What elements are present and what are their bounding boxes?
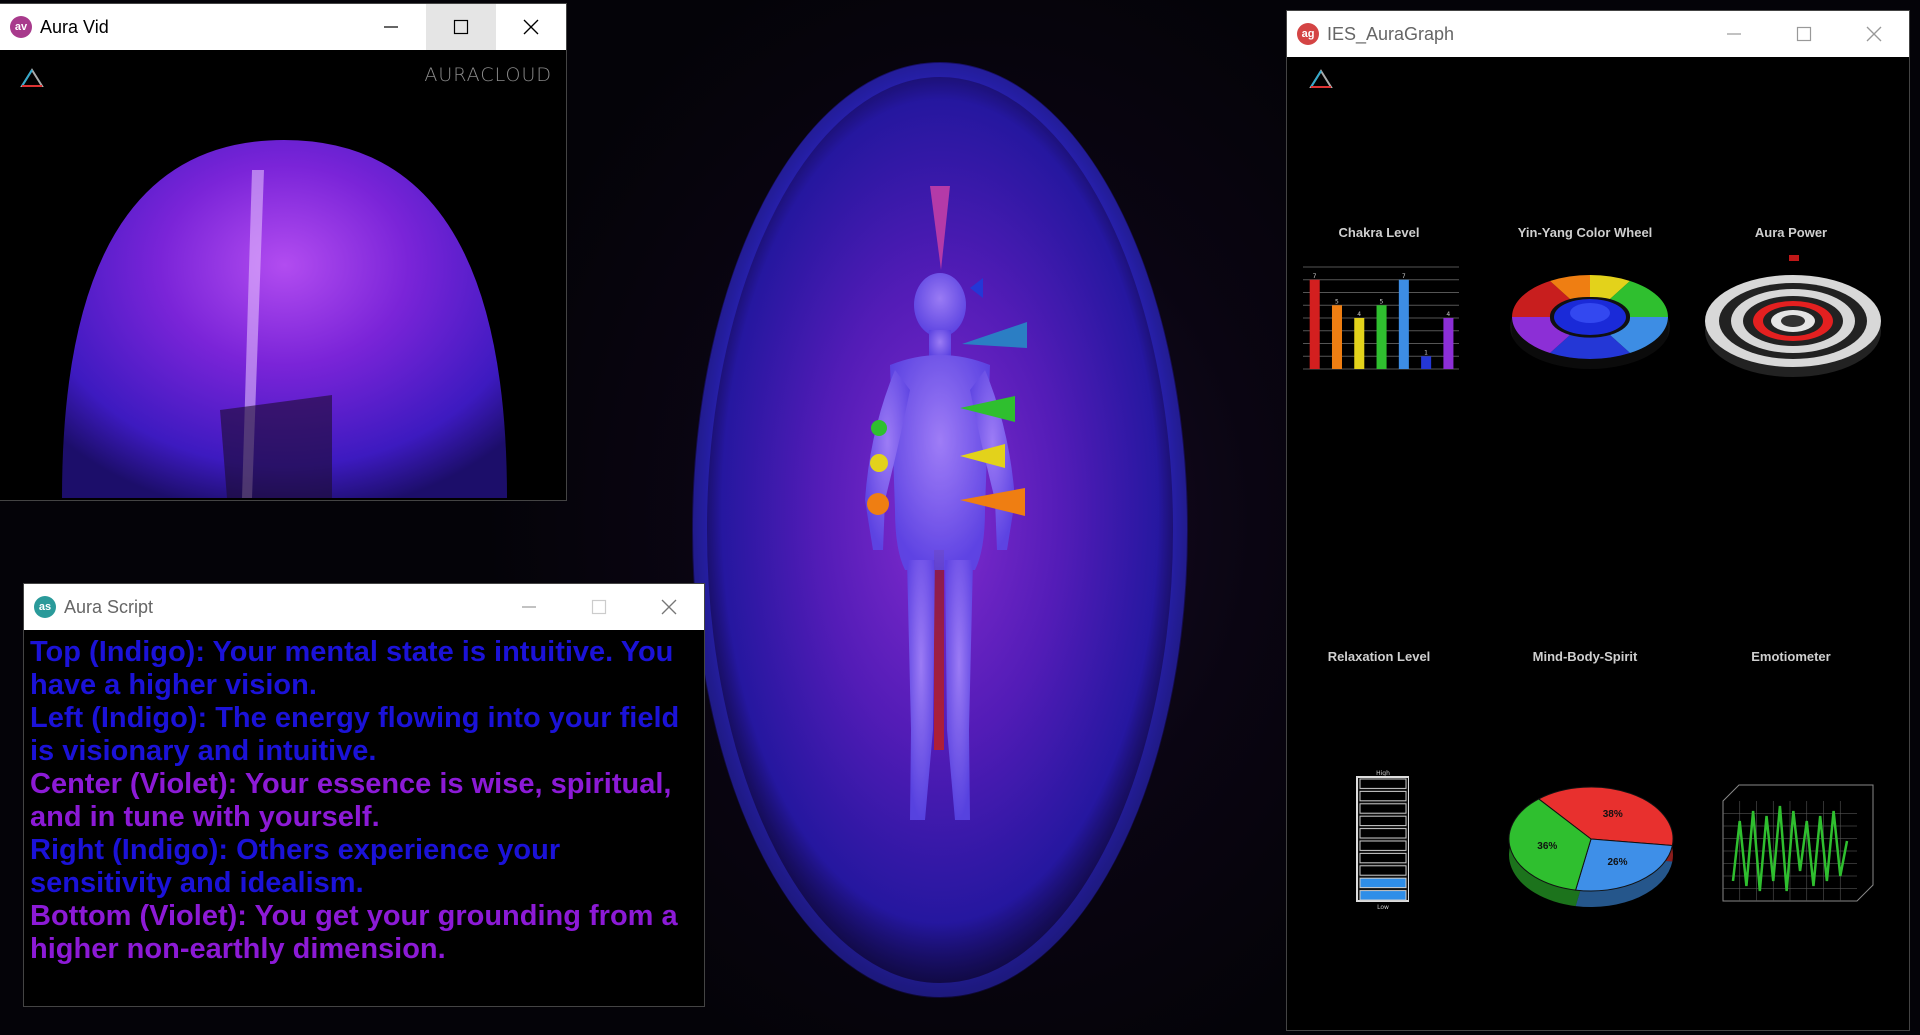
mind-body-spirit-title: Mind-Body-Spirit bbox=[1532, 649, 1638, 664]
chakra-bar-label: 4 bbox=[1446, 311, 1450, 318]
aura-script-app-icon: as bbox=[34, 596, 56, 618]
relaxation-level-title: Relaxation Level bbox=[1327, 649, 1431, 664]
close-icon bbox=[523, 19, 539, 35]
window-title: IES_AuraGraph bbox=[1327, 23, 1455, 44]
relaxation-segment bbox=[1359, 865, 1407, 876]
chakra-bar-label: 1 bbox=[1424, 349, 1428, 356]
prism-logo-icon bbox=[1309, 69, 1333, 88]
auragraph-window[interactable]: ag IES_AuraGraph Chakra Level Yin-Yang C… bbox=[1287, 11, 1909, 1030]
aura-power-target bbox=[1705, 255, 1881, 377]
pie-slice-label: 36% bbox=[1537, 841, 1557, 852]
chakra-bar bbox=[1309, 279, 1320, 369]
aura-script-titlebar[interactable]: as Aura Script bbox=[24, 584, 704, 630]
aura-script-text-area: Top (Indigo): Your mental state is intui… bbox=[26, 630, 702, 1004]
close-button[interactable] bbox=[634, 584, 704, 630]
aura-vid-video-area[interactable]: AURACLOUD bbox=[2, 50, 564, 498]
app-icon-text: av bbox=[14, 21, 28, 33]
minimize-button[interactable] bbox=[1699, 11, 1769, 57]
close-icon bbox=[1866, 26, 1882, 42]
app-icon-text: ag bbox=[1301, 28, 1315, 40]
pie-slice-label: 26% bbox=[1608, 857, 1628, 868]
relaxation-low-label: Low bbox=[1377, 904, 1389, 911]
mind-body-spirit-pie: 38% 26% 36% bbox=[1508, 786, 1674, 907]
chakra-bar bbox=[1421, 356, 1432, 369]
aura-vid-app-icon: av bbox=[10, 16, 32, 38]
close-button[interactable] bbox=[496, 4, 566, 50]
minimize-icon bbox=[384, 26, 398, 28]
script-line-center: Center (Violet): Your essence is wise, s… bbox=[30, 768, 672, 833]
maximize-icon bbox=[1796, 26, 1812, 42]
minimize-icon bbox=[1727, 33, 1741, 35]
auragraph-dashboard: Chakra Level Yin-Yang Color Wheel Aura P… bbox=[1289, 57, 1907, 1030]
relaxation-segment bbox=[1359, 815, 1407, 827]
auragraph-app-icon: ag bbox=[1297, 23, 1319, 45]
maximize-icon bbox=[453, 19, 469, 35]
maximize-icon bbox=[591, 599, 607, 615]
relaxation-segment bbox=[1359, 852, 1407, 864]
aura-video-frame bbox=[62, 140, 507, 498]
app-icon-text: as bbox=[38, 601, 52, 613]
relaxation-segment bbox=[1359, 877, 1407, 889]
aura-script-window[interactable]: as Aura Script Top (Indigo): Your mental… bbox=[24, 584, 704, 1006]
relaxation-high-label: High bbox=[1376, 770, 1390, 777]
chakra-bar-label: 7 bbox=[1313, 273, 1317, 280]
pie-slice-label: 38% bbox=[1603, 809, 1623, 820]
maximize-button[interactable] bbox=[564, 584, 634, 630]
aura-vid-window[interactable]: av Aura Vid AURACLOUD bbox=[0, 4, 566, 500]
close-icon bbox=[661, 599, 677, 615]
yin-yang-wheel-title: Yin-Yang Color Wheel bbox=[1517, 225, 1653, 240]
chakra-bar-label: 7 bbox=[1402, 273, 1406, 280]
relaxation-segment bbox=[1359, 840, 1407, 851]
aura-power-title: Aura Power bbox=[1754, 225, 1828, 240]
chakra-level-chart: 7 5 4 5 7 1 4 bbox=[1303, 266, 1459, 370]
window-title: Aura Vid bbox=[40, 16, 109, 37]
chakra-bar-label: 5 bbox=[1335, 298, 1339, 305]
script-line-top: Top (Indigo): Your mental state is intui… bbox=[30, 636, 674, 701]
chakra-bar bbox=[1376, 305, 1387, 369]
aura-body-visualization bbox=[685, 30, 1195, 1030]
chakra-bar-label: 5 bbox=[1380, 298, 1384, 305]
chakra-bar bbox=[1354, 318, 1365, 369]
minimize-button[interactable] bbox=[356, 4, 426, 50]
aura-vid-titlebar[interactable]: av Aura Vid bbox=[0, 4, 566, 50]
chakra-bar bbox=[1443, 318, 1454, 369]
chakra-bar bbox=[1398, 279, 1409, 369]
relaxation-segment bbox=[1359, 890, 1407, 901]
relaxation-level-meter: High Low bbox=[1356, 770, 1409, 911]
emotiometer-title: Emotiometer bbox=[1751, 649, 1831, 664]
relaxation-segment bbox=[1359, 828, 1407, 839]
window-title: Aura Script bbox=[64, 596, 154, 617]
yin-yang-color-wheel bbox=[1510, 275, 1670, 373]
maximize-button[interactable] bbox=[1769, 11, 1839, 57]
script-line-bottom: Bottom (Violet): You get your grounding … bbox=[30, 900, 678, 965]
maximize-button[interactable] bbox=[426, 4, 496, 50]
relaxation-segment bbox=[1359, 803, 1407, 814]
minimize-icon bbox=[522, 606, 536, 608]
emotiometer-chart bbox=[1722, 784, 1874, 902]
minimize-button[interactable] bbox=[494, 584, 564, 630]
relaxation-segment bbox=[1359, 778, 1407, 789]
script-line-right: Right (Indigo): Others experience your s… bbox=[30, 834, 561, 899]
auragraph-titlebar[interactable]: ag IES_AuraGraph bbox=[1287, 11, 1909, 57]
relaxation-segment bbox=[1359, 790, 1407, 802]
chakra-bar bbox=[1331, 305, 1342, 369]
chakra-bar-label: 4 bbox=[1357, 311, 1361, 318]
close-button[interactable] bbox=[1839, 11, 1909, 57]
chakra-level-title: Chakra Level bbox=[1338, 225, 1420, 240]
script-line-left: Left (Indigo): The energy flowing into y… bbox=[30, 702, 680, 767]
